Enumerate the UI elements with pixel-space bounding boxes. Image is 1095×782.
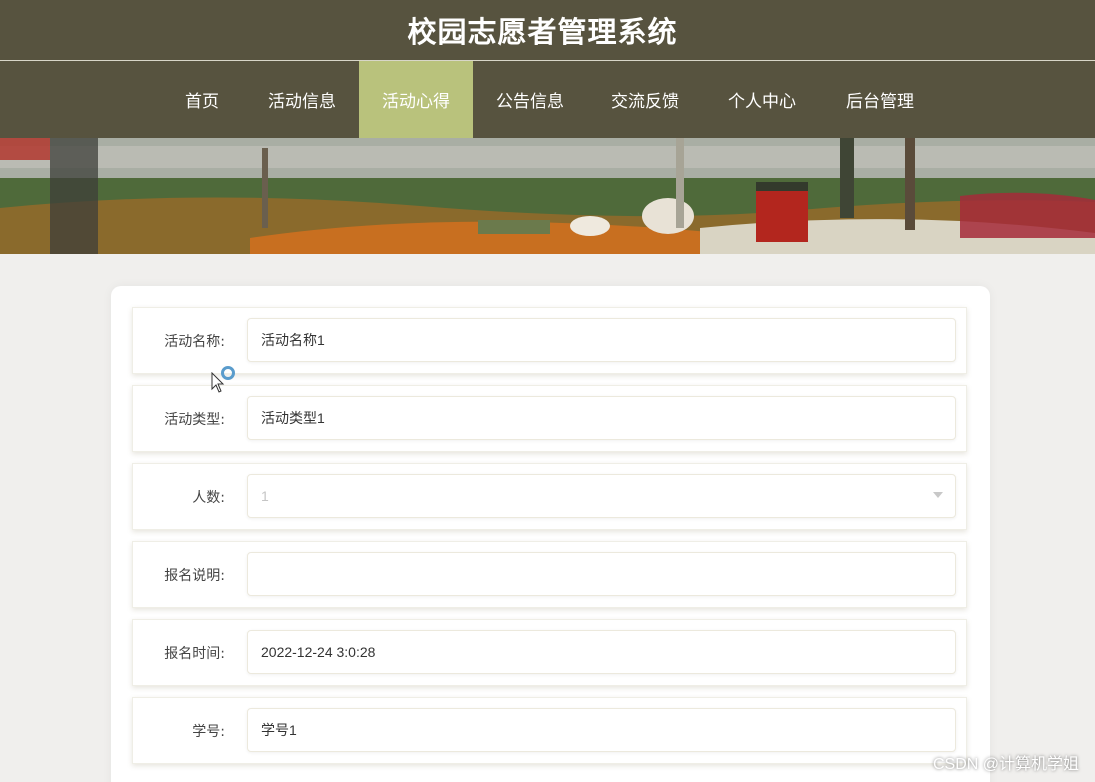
- headcount-select[interactable]: 1: [247, 474, 956, 518]
- student-id-label: 学号:: [192, 723, 225, 740]
- activity-type-label: 活动类型:: [164, 411, 225, 428]
- signup-time-label: 报名时间:: [164, 645, 225, 662]
- nav-item-feedback[interactable]: 交流反馈: [600, 61, 690, 138]
- nav-item-home[interactable]: 首页: [172, 61, 232, 138]
- nav-item-personal-center[interactable]: 个人中心: [717, 61, 807, 138]
- headcount-label: 人数:: [192, 489, 225, 506]
- activity-name-input[interactable]: 活动名称1: [247, 318, 956, 362]
- watermark: CSDN @计算机学姐: [932, 756, 1079, 773]
- form-row-headcount: 人数: 1: [132, 463, 967, 530]
- site-title: 校园志愿者管理系统: [407, 15, 678, 49]
- nav-item-activity-experience[interactable]: 活动心得: [359, 61, 473, 138]
- headcount-value: 1: [261, 488, 269, 504]
- nav-item-announcements[interactable]: 公告信息: [485, 61, 575, 138]
- student-id-input[interactable]: 学号1: [247, 708, 956, 752]
- activity-type-input[interactable]: 活动类型1: [247, 396, 956, 440]
- main-nav: 首页 活动信息 活动心得 公告信息 交流反馈 个人中心 后台管理: [0, 61, 1095, 138]
- site-header: 校园志愿者管理系统: [0, 0, 1095, 60]
- mouse-pointer-icon: [211, 372, 225, 393]
- signup-description-input[interactable]: [247, 552, 956, 596]
- form-row-activity-type: 活动类型: 活动类型1: [132, 385, 967, 452]
- signup-description-label: 报名说明:: [164, 567, 225, 584]
- chevron-down-icon: [933, 492, 943, 498]
- form-row-signup-time: 报名时间: 2022-12-24 3:0:28: [132, 619, 967, 686]
- nav-item-admin[interactable]: 后台管理: [835, 61, 925, 138]
- form-row-activity-name: 活动名称: 活动名称1: [132, 307, 967, 374]
- signup-time-input[interactable]: 2022-12-24 3:0:28: [247, 630, 956, 674]
- form-row-signup-description: 报名说明:: [132, 541, 967, 608]
- form-row-student-id: 学号: 学号1: [132, 697, 967, 764]
- nav-item-activity-info[interactable]: 活动信息: [257, 61, 347, 138]
- activity-name-label: 活动名称:: [164, 333, 225, 350]
- campus-banner-image: [0, 138, 1095, 254]
